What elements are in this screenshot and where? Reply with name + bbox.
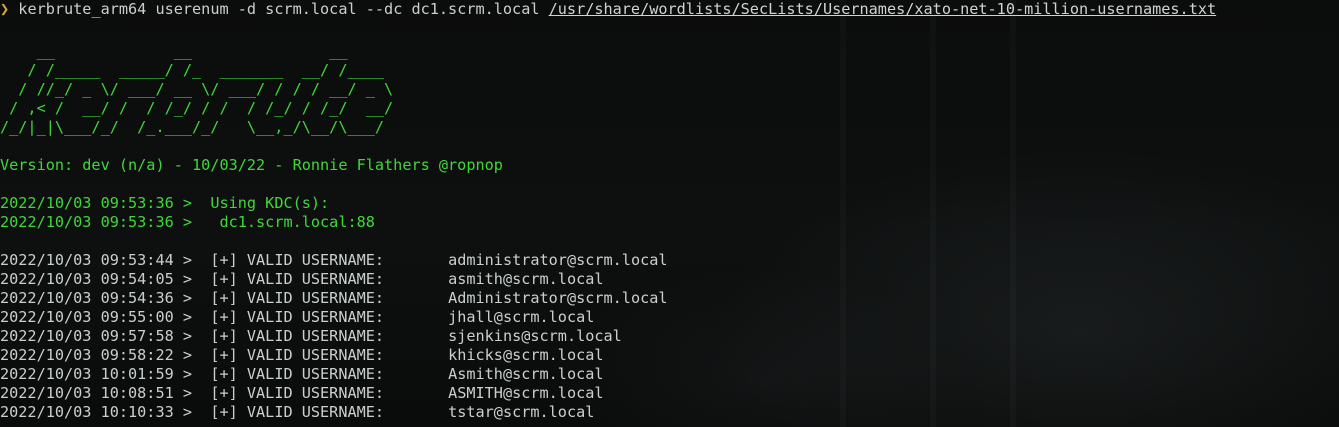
result-username: Asmith@scrm.local: [448, 365, 604, 383]
result-label: [+] VALID USERNAME:: [192, 365, 385, 383]
result-username: tstar@scrm.local: [448, 403, 595, 421]
result-label: [+] VALID USERNAME:: [192, 251, 385, 269]
banner-line: / ,< / __/ / / /_/ / / / /_/ / /_/ __/: [0, 99, 394, 117]
result-label: [+] VALID USERNAME:: [192, 289, 385, 307]
result-label: [+] VALID USERNAME:: [192, 270, 385, 288]
result-username: ASMITH@scrm.local: [448, 384, 604, 402]
result-label: [+] VALID USERNAME:: [192, 327, 385, 345]
result-username: sjenkins@scrm.local: [448, 327, 622, 345]
log-message: dc1.scrm.local:88: [192, 213, 375, 231]
result-timestamp: 2022/10/03 10:10:33 >: [0, 403, 193, 421]
wordlist-path-link[interactable]: /usr/share/wordlists/SecLists/Usernames/…: [549, 0, 1217, 18]
log-timestamp: 2022/10/03 09:53:36 >: [0, 194, 193, 212]
kerbrute-ascii-banner: __ __ __ / /_____ _____/ /_ _______ __/ …: [0, 42, 1339, 137]
result-row: 2022/10/03 10:08:51 > [+] VALID USERNAME…: [0, 384, 1339, 403]
result-row: 2022/10/03 09:54:36 > [+] VALID USERNAME…: [0, 289, 1339, 308]
result-label: [+] VALID USERNAME:: [192, 403, 385, 421]
result-label: [+] VALID USERNAME:: [192, 346, 385, 364]
result-row: 2022/10/03 09:57:58 > [+] VALID USERNAME…: [0, 327, 1339, 346]
banner-line: / /_____ _____/ /_ _______ __/ /____: [0, 61, 394, 79]
result-username: khicks@scrm.local: [448, 346, 604, 364]
banner-line: /_/|_|\___/_/ /_.___/_/ \__,_/\__/\___/: [0, 118, 394, 136]
result-label: [+] VALID USERNAME:: [192, 308, 385, 326]
log-line: 2022/10/03 09:53:36 > dc1.scrm.local:88: [0, 213, 1339, 232]
terminal-output[interactable]: ❯ kerbrute_arm64 userenum -d scrm.local …: [0, 0, 1339, 422]
command-text: kerbrute_arm64 userenum -d scrm.local --…: [9, 0, 549, 18]
valid-username-results: 2022/10/03 09:53:44 > [+] VALID USERNAME…: [0, 251, 1339, 422]
result-timestamp: 2022/10/03 09:54:05 >: [0, 270, 193, 288]
command-line[interactable]: ❯ kerbrute_arm64 userenum -d scrm.local …: [0, 0, 1339, 19]
kdc-info: 2022/10/03 09:53:36 > Using KDC(s): 2022…: [0, 194, 1339, 232]
log-timestamp: 2022/10/03 09:53:36 >: [0, 213, 193, 231]
result-label: [+] VALID USERNAME:: [192, 384, 385, 402]
result-timestamp: 2022/10/03 10:08:51 >: [0, 384, 193, 402]
result-timestamp: 2022/10/03 09:57:58 >: [0, 327, 193, 345]
result-username: asmith@scrm.local: [448, 270, 604, 288]
result-row: 2022/10/03 10:01:59 > [+] VALID USERNAME…: [0, 365, 1339, 384]
result-username: jhall@scrm.local: [448, 308, 595, 326]
result-timestamp: 2022/10/03 09:54:36 >: [0, 289, 193, 307]
result-row: 2022/10/03 09:54:05 > [+] VALID USERNAME…: [0, 270, 1339, 289]
log-line: 2022/10/03 09:53:36 > Using KDC(s):: [0, 194, 1339, 213]
version-info: Version: dev (n/a) - 10/03/22 - Ronnie F…: [0, 156, 503, 174]
result-username: administrator@scrm.local: [448, 251, 668, 269]
result-row: 2022/10/03 09:53:44 > [+] VALID USERNAME…: [0, 251, 1339, 270]
result-row: 2022/10/03 10:10:33 > [+] VALID USERNAME…: [0, 403, 1339, 422]
result-row: 2022/10/03 09:58:22 > [+] VALID USERNAME…: [0, 346, 1339, 365]
result-row: 2022/10/03 09:55:00 > [+] VALID USERNAME…: [0, 308, 1339, 327]
result-timestamp: 2022/10/03 09:53:44 >: [0, 251, 193, 269]
log-message: Using KDC(s):: [192, 194, 330, 212]
result-timestamp: 2022/10/03 09:55:00 >: [0, 308, 193, 326]
banner-line: __ __ __: [0, 42, 394, 60]
prompt-symbol: ❯: [0, 0, 10, 18]
result-timestamp: 2022/10/03 10:01:59 >: [0, 365, 193, 383]
result-timestamp: 2022/10/03 09:58:22 >: [0, 346, 193, 364]
result-username: Administrator@scrm.local: [448, 289, 668, 307]
banner-line: / //_/ _ \/ ___/ __ \/ ___/ / / / __/ _ …: [0, 80, 394, 98]
